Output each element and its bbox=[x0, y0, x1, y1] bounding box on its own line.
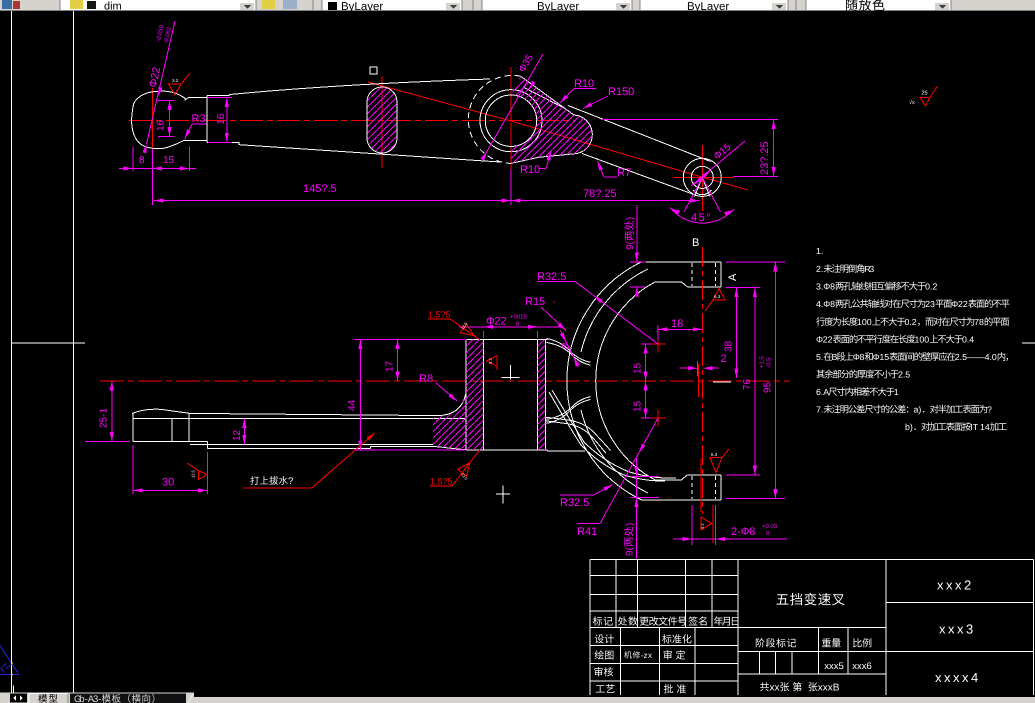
svg-text:76: 76 bbox=[742, 378, 753, 390]
svg-text:ByLayer: ByLayer bbox=[537, 1, 579, 13]
svg-text:3.2: 3.2 bbox=[172, 78, 179, 83]
svg-text:0: 0 bbox=[924, 335, 929, 345]
svg-text:T: T bbox=[973, 422, 979, 432]
svg-text:0: 0 bbox=[867, 317, 872, 327]
svg-text:3.2: 3.2 bbox=[488, 358, 493, 364]
svg-text:8: 8 bbox=[139, 155, 145, 166]
svg-text:2: 2 bbox=[721, 353, 727, 365]
svg-text:√x: √x bbox=[909, 99, 915, 106]
svg-text:16: 16 bbox=[216, 113, 227, 125]
svg-text:0: 0 bbox=[992, 352, 997, 362]
svg-text:12.5: 12.5 bbox=[460, 472, 469, 482]
svg-text:78?.25: 78?.25 bbox=[583, 188, 617, 200]
svg-text:-0.5: -0.5 bbox=[766, 357, 773, 368]
svg-text:8: 8 bbox=[749, 526, 755, 538]
svg-text:2: 2 bbox=[912, 317, 917, 327]
svg-text:145?.5: 145?.5 bbox=[303, 183, 337, 195]
svg-text:8: 8 bbox=[860, 352, 865, 362]
svg-text:30: 30 bbox=[162, 477, 174, 489]
svg-text:6.3: 6.3 bbox=[714, 294, 721, 299]
svg-text:ByLayer: ByLayer bbox=[687, 1, 729, 13]
svg-text:8: 8 bbox=[979, 317, 984, 327]
svg-text:1: 1 bbox=[894, 387, 899, 397]
svg-text:16: 16 bbox=[156, 119, 167, 131]
svg-text:2: 2 bbox=[501, 316, 507, 328]
svg-text:0: 0 bbox=[766, 530, 770, 537]
svg-text:25: 25 bbox=[922, 91, 928, 97]
svg-text:1.5?5: 1.5?5 bbox=[430, 477, 453, 487]
svg-text:1.5?5: 1.5?5 bbox=[428, 310, 451, 320]
svg-text:15: 15 bbox=[163, 155, 175, 166]
svg-text:95: 95 bbox=[763, 381, 774, 393]
svg-text:+0.03: +0.03 bbox=[762, 523, 778, 530]
svg-text:45°: 45° bbox=[691, 212, 712, 224]
svg-text:xxx5: xxx5 bbox=[824, 661, 844, 672]
svg-text:xxx6: xxx6 bbox=[852, 661, 872, 672]
svg-text:A: A bbox=[823, 387, 829, 397]
svg-text:x: x bbox=[648, 651, 652, 660]
svg-text:R7: R7 bbox=[617, 167, 631, 179]
svg-text:3.2: 3.2 bbox=[700, 523, 705, 529]
svg-text:xxx2: xxx2 bbox=[937, 578, 974, 593]
svg-text:—: — bbox=[976, 352, 985, 362]
svg-text:18: 18 bbox=[671, 318, 683, 330]
svg-text:4: 4 bbox=[969, 335, 974, 345]
svg-text:38: 38 bbox=[724, 340, 735, 352]
svg-text:ByLayer: ByLayer bbox=[341, 1, 383, 13]
svg-text:2: 2 bbox=[150, 66, 163, 74]
svg-text:): ) bbox=[910, 422, 913, 432]
svg-text:?: ? bbox=[288, 476, 293, 487]
svg-text:44: 44 bbox=[347, 399, 358, 411]
svg-text:12: 12 bbox=[232, 429, 243, 441]
svg-text:B: B bbox=[692, 237, 699, 249]
svg-text:?: ? bbox=[987, 405, 992, 415]
svg-text:2: 2 bbox=[828, 335, 833, 345]
svg-text:6.3: 6.3 bbox=[711, 452, 718, 457]
svg-text:R41: R41 bbox=[577, 526, 597, 538]
svg-text:x: x bbox=[775, 683, 780, 694]
svg-text:R150: R150 bbox=[608, 86, 634, 98]
svg-text:(: ( bbox=[625, 240, 636, 244]
svg-text:A: A bbox=[727, 273, 739, 281]
svg-text:R15: R15 bbox=[525, 296, 545, 308]
svg-text:z: z bbox=[644, 651, 648, 660]
svg-text:·: · bbox=[552, 296, 556, 308]
svg-text:3: 3 bbox=[869, 264, 874, 274]
svg-text:17: 17 bbox=[385, 360, 396, 372]
svg-text:.: . bbox=[821, 264, 823, 274]
svg-text:8: 8 bbox=[830, 299, 835, 309]
svg-text:R10: R10 bbox=[520, 164, 540, 176]
svg-text:): ) bbox=[625, 523, 636, 526]
svg-text:.: . bbox=[821, 405, 823, 415]
svg-text:25-1: 25-1 bbox=[99, 408, 110, 428]
svg-text:.: . bbox=[821, 246, 823, 256]
svg-text:): ) bbox=[625, 217, 636, 220]
svg-text:xxx3: xxx3 bbox=[939, 622, 976, 637]
svg-text:5: 5 bbox=[884, 352, 889, 362]
svg-text:12.5: 12.5 bbox=[191, 469, 196, 478]
svg-text:-: - bbox=[98, 694, 101, 703]
svg-text:5: 5 bbox=[905, 370, 910, 380]
svg-text:(: ( bbox=[625, 546, 636, 550]
svg-text:3: 3 bbox=[930, 299, 935, 309]
svg-text:15: 15 bbox=[633, 400, 644, 412]
svg-text:23?.25: 23?.25 bbox=[759, 141, 771, 175]
svg-text:B: B bbox=[833, 683, 840, 694]
svg-text:+0015: +0015 bbox=[510, 314, 528, 321]
svg-text:+1.5: +1.5 bbox=[759, 355, 766, 368]
svg-text:2: 2 bbox=[933, 282, 938, 292]
svg-text:R3: R3 bbox=[192, 113, 206, 125]
svg-text:dim: dim bbox=[104, 1, 122, 13]
svg-text:): ) bbox=[918, 405, 921, 415]
svg-text:4: 4 bbox=[985, 422, 990, 432]
svg-text:xxxx4: xxxx4 bbox=[935, 670, 981, 685]
svg-text:15: 15 bbox=[633, 362, 644, 374]
svg-text:—: — bbox=[967, 352, 976, 362]
svg-text:8: 8 bbox=[830, 282, 835, 292]
svg-text:B: B bbox=[832, 352, 838, 362]
svg-text:R32.5: R32.5 bbox=[560, 497, 589, 509]
svg-text:R8: R8 bbox=[419, 373, 433, 385]
svg-text:2: 2 bbox=[963, 299, 968, 309]
svg-text:.: . bbox=[821, 352, 823, 362]
